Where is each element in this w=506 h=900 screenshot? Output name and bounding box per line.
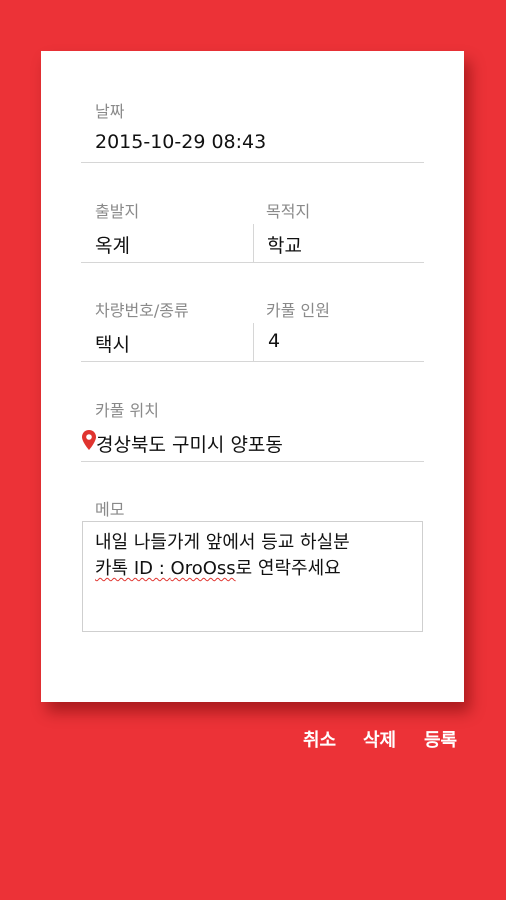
memo-line-2: 카톡 ID : OroOss로 연락주세요 <box>95 556 350 582</box>
vehicle-divider <box>253 323 254 361</box>
carpool-count-label: 카풀 인원 <box>266 301 330 320</box>
location-underline <box>81 461 424 462</box>
location-pin-icon <box>82 430 96 450</box>
vehicle-underline <box>81 361 424 362</box>
destination-label: 목적지 <box>266 202 311 221</box>
departure-label: 출발지 <box>95 202 140 221</box>
date-underline <box>81 162 424 163</box>
route-underline <box>81 262 424 263</box>
destination-field[interactable]: 학교 <box>267 231 302 258</box>
register-button[interactable]: 등록 <box>424 726 457 752</box>
route-divider <box>253 224 254 262</box>
carpool-form-card: 날짜 2015-10-29 08:43 출발지 옥계 목적지 학교 차량번호/종… <box>41 51 464 702</box>
location-field[interactable]: 경상북도 구미시 양포동 <box>96 430 283 457</box>
delete-button[interactable]: 삭제 <box>363 726 396 752</box>
memo-line-2-prefix: 카톡 ID : <box>95 558 171 579</box>
memo-line-2-id: OroOss <box>170 558 236 579</box>
vehicle-label: 차량번호/종류 <box>95 301 189 320</box>
date-field[interactable]: 2015-10-29 08:43 <box>95 131 266 153</box>
memo-label: 메모 <box>95 500 125 519</box>
memo-textarea[interactable]: 내일 나들가게 앞에서 등교 하실분 카톡 ID : OroOss로 연락주세요 <box>82 521 423 632</box>
carpool-count-field[interactable]: 4 <box>268 330 280 352</box>
memo-text: 내일 나들가게 앞에서 등교 하실분 카톡 ID : OroOss로 연락주세요 <box>95 530 350 582</box>
date-label: 날짜 <box>95 102 125 121</box>
location-label: 카풀 위치 <box>95 401 159 420</box>
cancel-button[interactable]: 취소 <box>303 726 336 752</box>
memo-line-1: 내일 나들가게 앞에서 등교 하실분 <box>95 532 350 553</box>
memo-line-2-suffix: 로 연락주세요 <box>235 558 341 579</box>
vehicle-field[interactable]: 택시 <box>95 330 130 357</box>
departure-field[interactable]: 옥계 <box>95 231 130 258</box>
